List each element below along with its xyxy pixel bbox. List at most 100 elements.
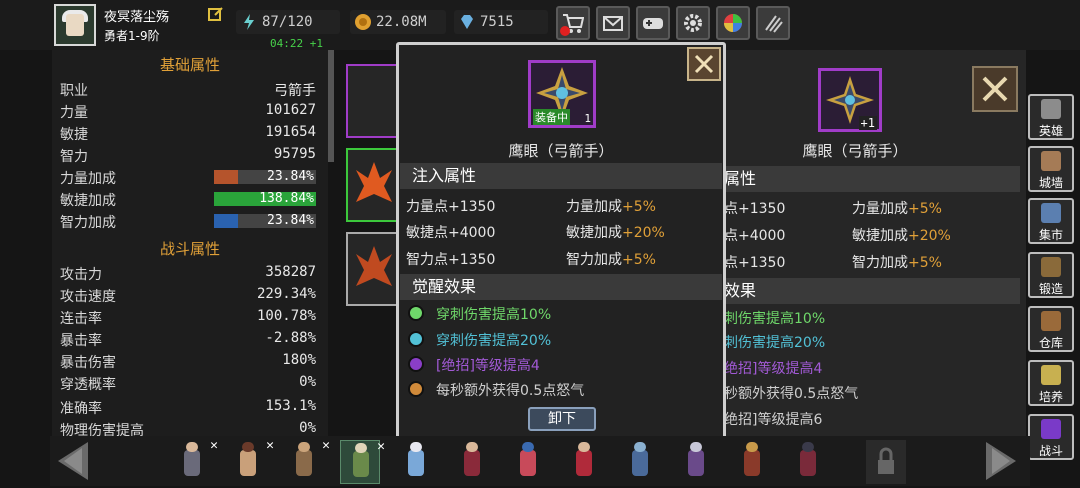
awaken-effect: 穿刺伤害提高10% — [436, 307, 552, 323]
hero-portrait[interactable]: ✕ — [284, 438, 330, 484]
hero-portrait[interactable] — [620, 440, 660, 484]
locked-slot[interactable] — [866, 440, 906, 484]
bonus-bar: 138.84% — [214, 191, 316, 206]
avatar[interactable] — [54, 4, 96, 46]
combat-stats-title: 战斗属性 — [159, 240, 220, 258]
close-icon — [982, 76, 1008, 102]
portal-icon — [1041, 419, 1061, 439]
infuse-stat: 敏捷点+4000 — [406, 225, 496, 241]
awaken-header: 效果 — [720, 278, 1020, 304]
gem-display: 7515 — [454, 10, 548, 34]
bonus-bar: 23.84% — [214, 169, 316, 184]
market-icon — [1041, 203, 1061, 223]
stat-row: 暴击率 -2.88% — [60, 330, 316, 349]
infuse-stat: 力量点+1350 — [406, 199, 496, 215]
bonus-row: 敏捷加成 138.84% — [60, 191, 316, 209]
nav-cultivate[interactable]: 培养 — [1028, 360, 1074, 406]
stat-row: 暴击伤害 180% — [60, 352, 316, 371]
stat-row: 连击率 100.78% — [60, 308, 316, 327]
hero-body — [576, 450, 592, 476]
awaken-effect: [绝招]等级提高4 — [436, 358, 540, 374]
effect-dot — [408, 331, 424, 347]
base-stats-title: 基础属性 — [159, 56, 220, 74]
nav-warehouse[interactable]: 仓库 — [1028, 306, 1074, 352]
hero-portrait[interactable] — [564, 440, 604, 484]
close-icon — [694, 54, 714, 74]
infuse-bonus: 智力加成+5% — [566, 252, 656, 268]
alert-badge — [560, 26, 570, 36]
close-button[interactable] — [687, 47, 721, 81]
gear-icon — [684, 14, 702, 32]
warehouse-icon — [1041, 311, 1061, 331]
gem-slot[interactable]: +1 — [818, 68, 882, 132]
stat-row: 攻击速度 229.34% — [60, 286, 316, 305]
helmet-icon — [1041, 99, 1061, 119]
infuse-stat: 点+1350 — [724, 201, 786, 217]
nav-wall[interactable]: 城墙 — [1028, 146, 1074, 192]
left-arrow-icon[interactable] — [52, 440, 92, 482]
gold-value: 22.08M — [376, 14, 427, 30]
hero-portrait[interactable] — [396, 440, 436, 484]
nav-hero[interactable]: 英雄 — [1028, 94, 1074, 140]
shop-button[interactable] — [556, 6, 590, 40]
stamina-display: 87/120 — [236, 10, 340, 34]
hero-head — [690, 442, 702, 452]
settings-button[interactable] — [676, 6, 710, 40]
item-name: 鹰眼（弓箭手） — [802, 142, 908, 160]
close-button[interactable] — [972, 66, 1018, 112]
lightning-icon — [244, 14, 254, 30]
nav-market[interactable]: 集市 — [1028, 198, 1074, 244]
stat-row: 准确率 153.1% — [60, 398, 316, 417]
hero-body — [184, 450, 200, 476]
gold-coin-icon — [355, 14, 371, 30]
gem-slot-equipped[interactable]: 装备中 1 — [528, 60, 596, 128]
hero-portrait[interactable]: ✕ — [172, 438, 218, 484]
gem-value: 7515 — [480, 14, 514, 30]
cross-icon: ✕ — [266, 438, 274, 453]
stat-row: 力量 101627 — [60, 102, 316, 121]
hero-body — [744, 450, 760, 476]
edit-name-icon[interactable] — [208, 6, 224, 22]
hero-body — [688, 450, 704, 476]
hero-portrait[interactable] — [676, 440, 716, 484]
stats-scrollbar[interactable] — [328, 50, 334, 162]
mail-button[interactable] — [596, 6, 630, 40]
hero-body — [408, 450, 424, 476]
hero-body — [296, 450, 312, 476]
infuse-stat: 点+1350 — [724, 255, 786, 271]
equipped-badge: 装备中 — [533, 109, 570, 125]
awaken-effect: 秒额外获得0.5点怒气 — [724, 386, 859, 402]
infuse-stat: 点+4000 — [724, 228, 786, 244]
right-arrow-icon[interactable] — [982, 440, 1022, 482]
hero-portrait[interactable] — [788, 440, 828, 484]
hero-head — [466, 442, 478, 452]
item-name: 鹰眼（弓箭手） — [508, 142, 614, 160]
level-badge: 1 — [584, 112, 591, 125]
nav-battle[interactable]: 战斗 — [1028, 414, 1074, 460]
color-wheel-button[interactable] — [716, 6, 750, 40]
awaken-effect: 刺伤害提高10% — [724, 311, 826, 327]
hero-portrait[interactable] — [732, 440, 772, 484]
hero-head — [634, 442, 646, 452]
infuse-bonus: 敏捷加成+20% — [566, 225, 665, 241]
hero-head — [298, 442, 310, 452]
infuse-bonus: 力量加成+5% — [566, 199, 656, 215]
nav-forge[interactable]: 锻造 — [1028, 252, 1074, 298]
awaken-header: 觉醒效果 — [400, 274, 722, 300]
stats-panel: 基础属性 职业 弓箭手 力量 101627 敏捷 191654 智力 95795 力量加… — [52, 50, 328, 436]
infuse-bonus: 力量加成+5% — [852, 201, 942, 217]
lock-icon — [878, 447, 894, 474]
gamepad-button[interactable] — [636, 6, 670, 40]
infuse-bonus: 敏捷加成+20% — [852, 228, 951, 244]
effect-dot — [408, 381, 424, 397]
hero-portrait[interactable] — [508, 440, 548, 484]
unequip-button[interactable]: 卸下 — [528, 407, 596, 431]
hero-portrait[interactable]: ✕ — [340, 439, 385, 484]
player-rank: 勇者1-9阶 — [104, 29, 160, 43]
hero-portrait[interactable] — [452, 440, 492, 484]
stamina-timer: 04:22 +1 — [270, 37, 323, 50]
claw-button[interactable] — [756, 6, 790, 40]
stat-row: 物理伤害提高 0% — [60, 420, 316, 436]
hero-portrait[interactable]: ✕ — [228, 438, 274, 484]
level-badge: +1 — [858, 116, 877, 130]
